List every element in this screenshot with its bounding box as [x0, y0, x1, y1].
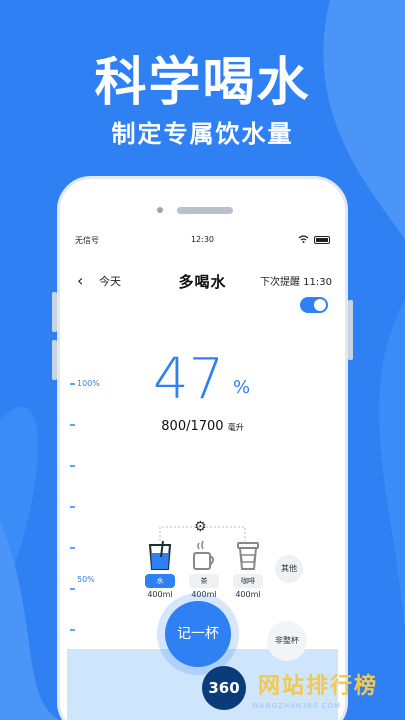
promo-headline: 科学喝水: [94, 53, 311, 113]
watermark-badge: 360: [202, 666, 246, 710]
other-drink-button[interactable]: 其他: [275, 555, 303, 583]
drink-option-water[interactable]: 水 400ml: [145, 535, 175, 599]
drink-name: 咖啡: [233, 574, 263, 588]
phone-frame: 无信号 12:30 ‹ 今天 多喝水 下次提醒 11:30 100% 50% 4…: [57, 176, 348, 720]
water-glass-icon: [145, 535, 175, 571]
drink-volume: 400ml: [147, 590, 173, 599]
watermark-text: 网站排行榜: [258, 674, 379, 699]
drink-options: 水 400ml 茶 400ml 咖啡 400ml: [145, 535, 263, 599]
app-screen: 无信号 12:30 ‹ 今天 多喝水 下次提醒 11:30 100% 50% 4…: [67, 229, 338, 720]
drink-option-tea[interactable]: 茶 400ml: [189, 535, 219, 599]
phone-speaker: [177, 207, 233, 214]
drink-volume: 400ml: [191, 590, 217, 599]
promo-subheadline: 制定专属饮水量: [111, 120, 294, 148]
drink-option-coffee[interactable]: 咖啡 400ml: [233, 535, 263, 599]
drink-name: 水: [145, 574, 175, 588]
watermark: 360 网站排行榜 WANGZHAN360.COM: [202, 666, 402, 716]
watermark-sub: WANGZHAN360.COM: [252, 702, 342, 710]
drink-volume: 400ml: [235, 590, 261, 599]
tea-cup-icon: [189, 535, 219, 571]
drink-name: 茶: [189, 574, 219, 588]
gear-icon[interactable]: ⚙: [194, 519, 207, 535]
phone-camera: [157, 207, 163, 213]
phone-side-button: [348, 300, 353, 360]
partial-cup-button[interactable]: 非整杯: [267, 621, 307, 661]
coffee-cup-icon: [233, 535, 263, 571]
record-cup-button[interactable]: 记一杯: [165, 601, 231, 667]
